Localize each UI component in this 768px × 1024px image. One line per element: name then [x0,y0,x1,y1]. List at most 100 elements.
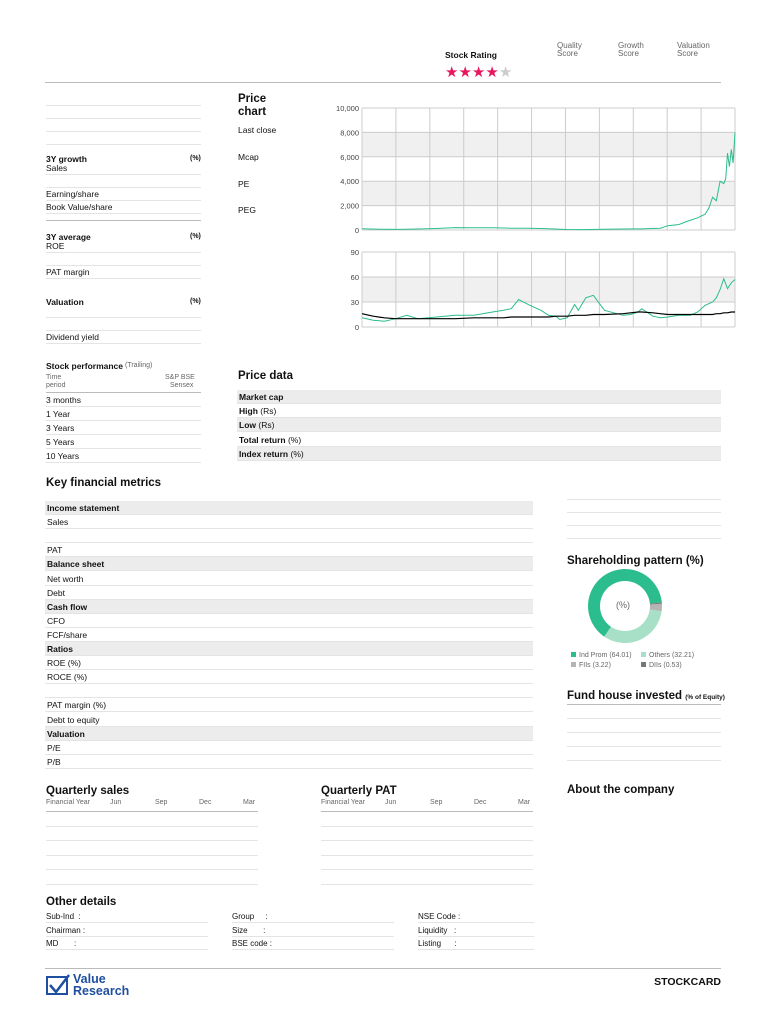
other-detail-0-0: Sub-Ind : [46,910,208,923]
performance-row: 10 Years [46,449,201,463]
divider [46,840,258,841]
y-tick-label: 0 [355,226,359,235]
metric-row-valuation: Dividend yield [46,331,201,344]
divider [46,855,258,856]
metric-row-average: PAT margin [46,266,201,279]
price-data-label: Index return [239,448,289,459]
key-metric-row: ROE (%) [45,656,533,671]
y-tick-label: 10,000 [336,104,359,113]
legend-swatch-icon [641,662,646,667]
chart-band [362,181,735,206]
value-research-logo-icon [46,974,70,995]
other-detail-0-1: Chairman : [46,924,208,937]
divider [46,811,258,812]
price-data-unit: (%) [288,448,304,459]
divider [46,144,201,145]
divider [46,105,201,106]
key-metrics-title: Key financial metrics [46,477,162,489]
divider [46,131,201,132]
donut-slice-others [604,609,662,643]
star-filled-icon: ★ [445,64,459,81]
quarterly_pat-col-header: Financial Year [321,799,365,806]
metric-row-growth: Book Value/share [46,201,201,214]
performance-row: 5 Years [46,435,201,449]
section-unit-average: (%) [190,233,201,240]
metric-row-growth [46,175,201,188]
price-data-row: Market cap [237,390,721,404]
footer-divider [45,968,721,969]
quarterly_pat-title: Quarterly PAT [321,785,397,797]
metric-row-growth: Earning/share [46,188,201,201]
performance-row: 3 months [46,393,201,407]
key-metric-row: P/E [45,741,533,755]
divider [46,826,258,827]
valuation-score: Valuation Score [677,42,710,58]
price-data-label: High [239,406,258,417]
metric-row-valuation [46,318,201,331]
divider [46,869,258,870]
valuation-score-label2: Score [677,49,698,58]
stock-performance-note: (Trailing) [125,362,153,369]
price-charts: 10,000 8,000 6,000 4,000 2,000 0 90 60 30 0 [336,104,736,332]
star-empty-icon: ★ [498,64,513,81]
key-metric-row: CFO [45,614,533,628]
time-period-header: Time [46,374,62,381]
quality-score: Quality Score [557,42,582,58]
price-data-label: Total return [239,434,286,445]
quarterly_sales-col-header: Dec [199,799,212,806]
quarterly_pat-col-header: Sep [430,799,443,806]
key-metric-row: Valuation [45,726,533,741]
chart-band [362,277,735,302]
price-chart-title-1: Price [238,93,267,105]
stock-rating-stars: ★★★★★ [445,64,512,82]
y-tick-label: 0 [355,323,359,332]
other-details-title: Other details [46,896,117,908]
key-metric-row: Sales [45,515,533,530]
other-detail-1-0: Group : [232,910,394,923]
legend-label: FIIs (3.22) [579,662,611,669]
sensex-header: S&P BSE [165,374,195,381]
key-metric-row: Balance sheet [45,557,533,572]
pe-label: PE [238,179,250,189]
quarterly_pat-col-header: Jun [385,799,397,806]
y-tick-label: 8,000 [340,128,359,137]
stock-performance-title: Stock performance [46,361,123,371]
price-data-unit: (Rs) [257,406,277,417]
time-period-header-2: period [46,382,66,389]
key-metric-row: FCF/share [45,628,533,642]
growth-score-label2: Score [618,49,639,58]
sensex-header-2: Sensex [170,382,194,389]
key-metric-row: Debt [45,586,533,600]
quarterly_pat-col-header: Dec [474,799,487,806]
divider [321,840,533,841]
key-metric-row [45,529,533,544]
other-detail-2-0: NSE Code : [418,910,534,923]
legend-item: Others (32.21) [641,652,694,659]
logo-text-2: Research [73,984,130,998]
peg-label: PEG [238,205,256,215]
stockcard-label: STOCKCARD [654,976,721,988]
quarterly_sales-col-header: Financial Year [46,799,90,806]
star-filled-icon: ★ [485,64,499,81]
y-tick-label: 6,000 [340,153,359,162]
quarterly_pat-col-header: Mar [518,799,531,806]
legend-swatch-icon [641,652,646,657]
performance-row: 1 Year [46,407,201,421]
quarterly_sales-col-header: Sep [155,799,168,806]
other-detail-2-2: Listing : [418,937,534,950]
last-close-label: Last close [238,125,277,135]
price-data-unit: (Rs) [256,420,275,431]
y-tick-label: 30 [351,298,359,307]
divider [321,869,533,870]
quarterly_sales-col-header: Mar [243,799,256,806]
legend-item: Ind Prom (64.01) [571,652,632,659]
fund-house-note: (% of Equity) [685,694,725,701]
y-tick-label: 90 [351,248,359,257]
legend-swatch-icon [571,662,576,667]
key-metric-row: PAT [45,543,533,558]
star-filled-icon: ★ [471,64,486,81]
price-data-label: Low [239,420,256,431]
price-chart-title-2: chart [238,106,267,118]
divider [321,884,533,885]
key-metric-row: Ratios [45,642,533,656]
